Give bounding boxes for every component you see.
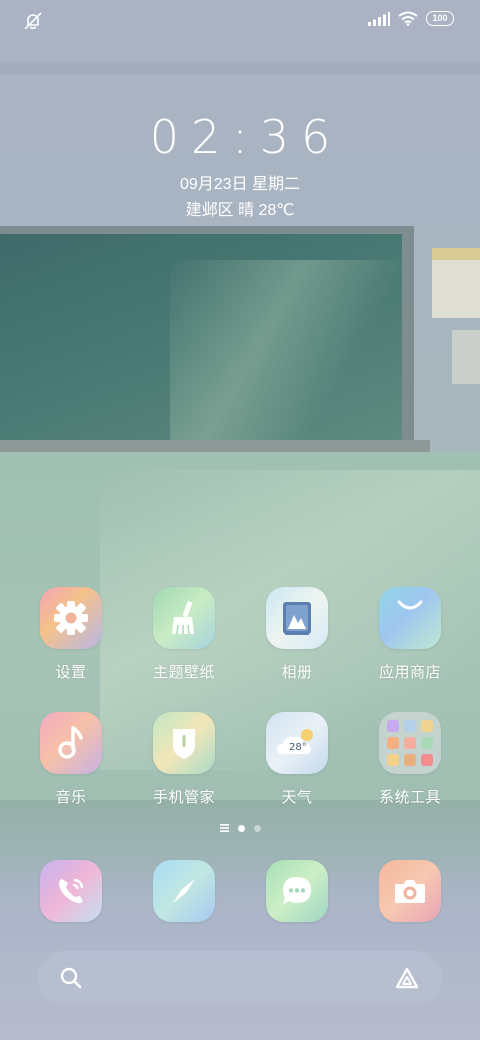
app-store[interactable]: 应用商店: [355, 587, 465, 682]
page-dot[interactable]: [253, 824, 261, 832]
app-weather[interactable]: 28° 天气: [242, 712, 352, 807]
status-icons: 100: [368, 11, 454, 26]
shield-icon: [153, 712, 215, 774]
notifications-muted-icon: [24, 12, 42, 30]
weather-temp: 28°: [289, 742, 307, 753]
app-gallery[interactable]: 相册: [242, 587, 352, 682]
clock-time[interactable]: 02:36: [0, 110, 480, 164]
shopping-bag-icon: [379, 587, 441, 649]
app-themes[interactable]: 主题壁纸: [129, 587, 239, 682]
dock-messages[interactable]: [242, 860, 352, 922]
app-label: 设置: [55, 664, 87, 681]
app-label: 系统工具: [378, 789, 441, 806]
battery-indicator: 100: [426, 11, 454, 26]
gallery-icon: [266, 587, 328, 649]
menu-lines-icon: [219, 824, 229, 832]
app-label: 手机管家: [152, 789, 215, 806]
brush-icon: [153, 587, 215, 649]
wallpaper-ledge: [0, 440, 430, 452]
wallpaper-band: [0, 62, 480, 74]
dock-camera[interactable]: [355, 860, 465, 922]
signal-icon: [368, 11, 390, 26]
wallpaper-light: [170, 260, 410, 440]
app-label: 主题壁纸: [152, 664, 215, 681]
folder-icon: [379, 712, 441, 774]
music-note-icon: [40, 712, 102, 774]
wifi-icon: [398, 11, 418, 26]
dock-phone[interactable]: [16, 860, 126, 922]
assistant-icon[interactable]: [394, 966, 420, 990]
camera-icon: [379, 860, 441, 922]
dock-browser[interactable]: [129, 860, 239, 922]
app-label: 天气: [281, 789, 313, 806]
search-icon[interactable]: [60, 967, 82, 989]
phone-icon: [40, 860, 102, 922]
app-label: 应用商店: [378, 664, 441, 681]
page-indicator[interactable]: [0, 824, 480, 832]
folder-system-tools[interactable]: 系统工具: [355, 712, 465, 807]
app-label: 相册: [281, 664, 313, 681]
search-bar[interactable]: [38, 951, 442, 1005]
app-label: 音乐: [55, 789, 87, 806]
status-bar: 100: [0, 0, 480, 40]
weather-icon: 28°: [266, 712, 328, 774]
clock-date[interactable]: 09月23日 星期二: [0, 170, 480, 194]
wallpaper-window: [432, 248, 480, 318]
app-security[interactable]: 手机管家: [129, 712, 239, 807]
wallpaper-window-2: [452, 330, 480, 384]
page-dot-active[interactable]: [237, 824, 245, 832]
app-settings[interactable]: 设置: [16, 587, 126, 682]
compass-icon: [153, 860, 215, 922]
settings-icon: [40, 587, 102, 649]
app-music[interactable]: 音乐: [16, 712, 126, 807]
clock-weather[interactable]: 建邺区 晴 28℃: [0, 196, 480, 220]
message-icon: [266, 860, 328, 922]
